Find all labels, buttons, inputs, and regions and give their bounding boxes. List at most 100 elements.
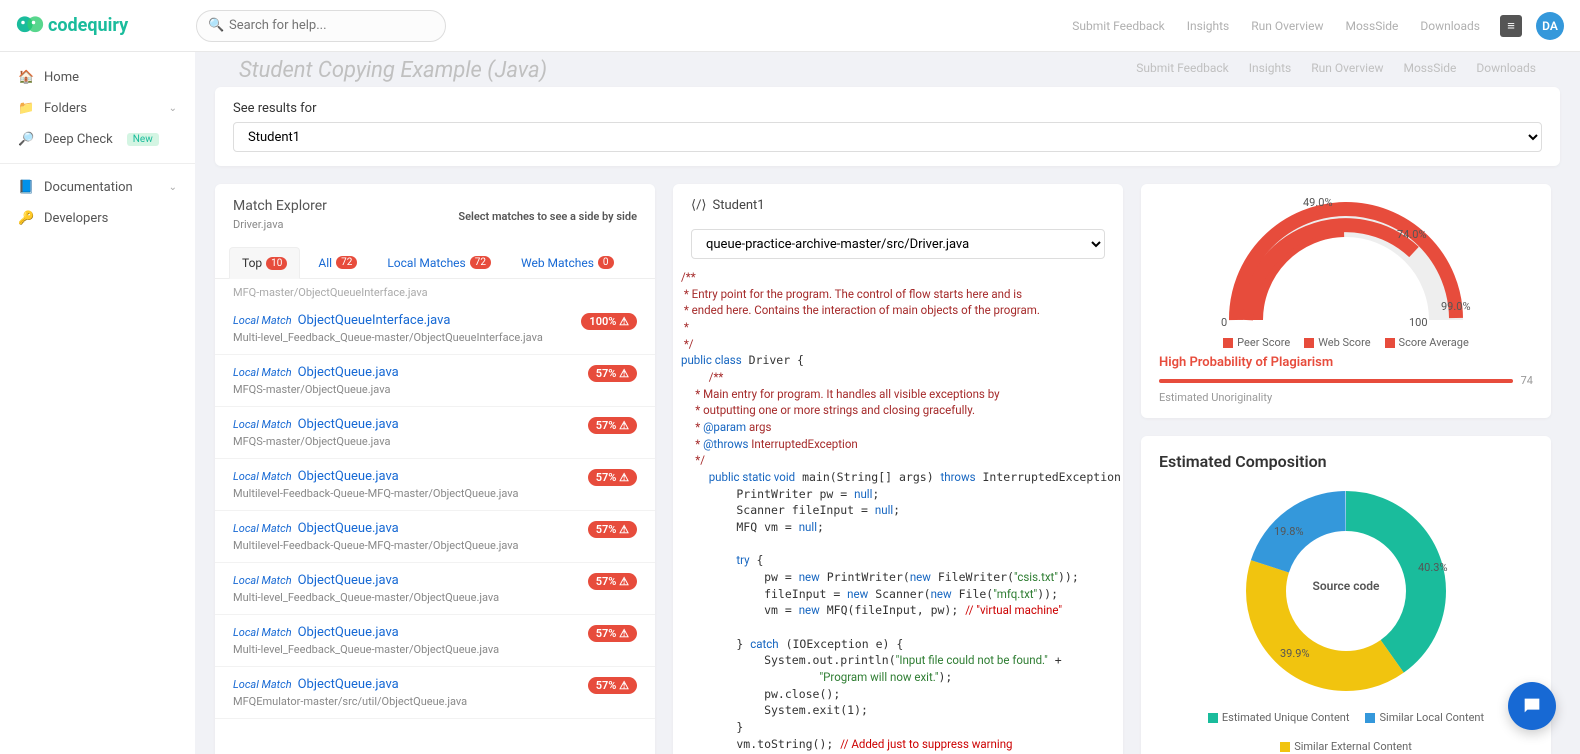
chevron-down-icon: ⌄	[169, 182, 177, 193]
sidebar-item-folders[interactable]: 📁 Folders ⌄	[0, 93, 195, 124]
match-explorer-panel: Match Explorer Driver.java Select matche…	[215, 184, 655, 754]
search-wrap: 🔍	[196, 10, 446, 42]
tab-all[interactable]: All72	[306, 247, 369, 278]
ghost-link[interactable]: Run Overview	[1311, 61, 1383, 75]
sidebar: 🏠 Home 📁 Folders ⌄ 🔎 Deep Check New 📘 Document…	[0, 52, 195, 754]
search-icon: 🔍	[208, 18, 224, 33]
donut-card: Estimated Composition 40.3% 39.9% 19.8%	[1141, 436, 1551, 754]
sidebar-item-label: Deep Check	[44, 132, 113, 147]
tab-top[interactable]: Top10	[229, 247, 300, 279]
sidebar-item-developers[interactable]: 🔑 Developers	[0, 203, 195, 234]
plagiarism-title: High Probability of Plagiarism	[1159, 355, 1533, 370]
match-item[interactable]: Local MatchObjectQueue.javaMFQEmulator-m…	[215, 667, 655, 719]
gauge-chart: 49.0% 74.0% 99.0% 0 100	[1159, 200, 1533, 330]
gauge-label: 49.0%	[1303, 196, 1333, 209]
gauge-label: 74.0%	[1397, 228, 1427, 241]
percent-badge: 57% ⚠	[588, 417, 637, 434]
home-icon: 🏠	[18, 70, 34, 85]
gauge-label: 99.0%	[1441, 300, 1471, 313]
plagiarism-bar	[1159, 379, 1513, 383]
results-card: See results for Student1	[215, 87, 1560, 166]
topbar: codequiry 🔍 Submit Feedback Insights Run…	[0, 0, 1580, 52]
results-select[interactable]: Student1	[233, 122, 1542, 152]
donut-center-label: Source code	[1159, 579, 1533, 593]
code-panel: ⟨/⟩ Student1 queue-practice-archive-maste…	[673, 184, 1123, 754]
sidebar-item-docs[interactable]: 📘 Documentation ⌄	[0, 172, 195, 203]
sidebar-item-label: Developers	[44, 211, 108, 226]
deep-check-icon: 🔎	[18, 132, 34, 147]
tab-web-matches[interactable]: Web Matches0	[509, 247, 626, 278]
match-explorer-file: Driver.java	[233, 218, 327, 231]
percent-badge: 57% ⚠	[588, 677, 637, 694]
match-item[interactable]: Local MatchObjectQueue.javaMultilevel-Fe…	[215, 459, 655, 511]
legend-item: Score Average	[1399, 336, 1469, 349]
plagiarism-sub: Estimated Unoriginality	[1159, 391, 1533, 404]
gauge-axis-100: 100	[1409, 316, 1428, 329]
percent-badge: 57% ⚠	[588, 573, 637, 590]
match-item[interactable]: Local MatchObjectQueue.javaMulti-level_F…	[215, 615, 655, 667]
match-list[interactable]: MFQ-master/ObjectQueueInterface.javaLoca…	[215, 279, 655, 754]
code-file-select[interactable]: queue-practice-archive-master/src/Driver…	[691, 229, 1105, 259]
percent-badge: 100% ⚠	[581, 313, 637, 330]
search-input[interactable]	[196, 10, 446, 42]
chat-bubble-button[interactable]	[1508, 682, 1556, 730]
tab-row: Top10All72Local Matches72Web Matches0	[215, 239, 655, 279]
main: Student Copying Example (Java) Submit Fe…	[195, 52, 1580, 754]
top-link[interactable]: Downloads	[1420, 19, 1480, 33]
logo[interactable]: codequiry	[16, 12, 196, 40]
chevron-down-icon: ⌄	[169, 103, 177, 114]
book-icon: 📘	[18, 180, 34, 195]
match-item[interactable]: Local MatchObjectQueueInterface.javaMult…	[215, 303, 655, 355]
key-icon: 🔑	[18, 211, 34, 226]
svg-text:40.3%: 40.3%	[1418, 561, 1448, 574]
svg-text:39.9%: 39.9%	[1280, 647, 1310, 660]
code-title: Student1	[713, 198, 765, 213]
folder-icon: 📁	[18, 101, 34, 116]
results-label: See results for	[233, 101, 316, 116]
match-explorer-title: Match Explorer	[233, 198, 327, 214]
donut-legend: Estimated Unique Content Similar Local C…	[1159, 711, 1533, 753]
code-body[interactable]: /** * Entry point for the program. The c…	[673, 269, 1123, 754]
avatar[interactable]: DA	[1536, 12, 1564, 40]
plagiarism-value: 74	[1521, 374, 1533, 387]
new-badge: New	[127, 133, 159, 146]
top-link[interactable]: Run Overview	[1251, 19, 1323, 33]
gauge-axis-0: 0	[1221, 316, 1227, 329]
sidebar-item-label: Documentation	[44, 180, 133, 195]
code-icon: ⟨/⟩	[691, 198, 707, 213]
match-item[interactable]: Local MatchObjectQueue.javaMFQS-master/O…	[215, 355, 655, 407]
grid-menu-icon[interactable]: ≡	[1500, 15, 1522, 37]
brand-label: codequiry	[48, 15, 128, 36]
match-item[interactable]: Local MatchObjectQueue.javaMulti-level_F…	[215, 563, 655, 615]
ghost-link[interactable]: MossSide	[1403, 61, 1456, 75]
sidebar-item-label: Home	[44, 70, 79, 85]
legend-item: Web Score	[1318, 336, 1370, 349]
legend-item: Peer Score	[1237, 336, 1290, 349]
sidebar-item-deepcheck[interactable]: 🔎 Deep Check New	[0, 124, 195, 155]
gauge-card: 49.0% 74.0% 99.0% 0 100 Peer Score Web S…	[1141, 184, 1551, 418]
tab-local-matches[interactable]: Local Matches72	[375, 247, 503, 278]
top-link[interactable]: MossSide	[1345, 19, 1398, 33]
match-item[interactable]: Local MatchObjectQueue.javaMultilevel-Fe…	[215, 511, 655, 563]
top-link[interactable]: Insights	[1187, 19, 1229, 33]
top-link[interactable]: Submit Feedback	[1072, 19, 1164, 33]
sidebar-divider	[0, 163, 195, 164]
match-item[interactable]: Local MatchObjectQueue.javaMFQS-master/O…	[215, 407, 655, 459]
right-column: 49.0% 74.0% 99.0% 0 100 Peer Score Web S…	[1141, 184, 1551, 754]
sidebar-item-home[interactable]: 🏠 Home	[0, 62, 195, 93]
ghost-link[interactable]: Downloads	[1476, 61, 1536, 75]
ghost-link[interactable]: Submit Feedback	[1136, 61, 1228, 75]
svg-text:19.8%: 19.8%	[1274, 525, 1304, 538]
percent-badge: 57% ⚠	[588, 521, 637, 538]
ghost-link[interactable]: Insights	[1249, 61, 1291, 75]
match-truncated-row: MFQ-master/ObjectQueueInterface.java	[215, 282, 655, 303]
chat-icon	[1521, 695, 1543, 717]
legend-item: Similar External Content	[1294, 740, 1412, 753]
donut-title: Estimated Composition	[1159, 452, 1533, 471]
logo-icon	[16, 12, 44, 40]
sidebar-item-label: Folders	[44, 101, 87, 116]
match-explorer-hint: Select matches to see a side by side	[458, 210, 637, 223]
percent-badge: 57% ⚠	[588, 625, 637, 642]
percent-badge: 57% ⚠	[588, 469, 637, 486]
legend-item: Estimated Unique Content	[1222, 711, 1350, 724]
